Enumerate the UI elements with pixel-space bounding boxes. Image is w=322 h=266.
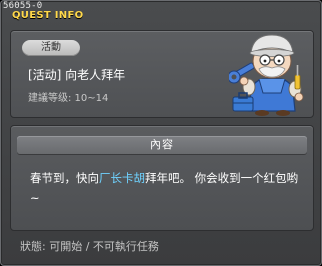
recommended-level: 建議等级: 10~14 xyxy=(28,93,109,104)
quest-status: 狀態: 可開始 / 不可執行任務 xyxy=(20,240,159,253)
quest-name: [活动] 向老人拜年 xyxy=(28,68,126,82)
quest-summary-panel: 活動 [活动] 向老人拜年 建議等级: 10~14 xyxy=(10,30,314,118)
npc-name-link[interactable]: 厂长卡胡 xyxy=(99,171,145,185)
quest-info-window: 56055-0 QUEST INFO 活動 [活动] 向老人拜年 建議等级: 1… xyxy=(0,0,322,266)
desc-text-before: 春节到，快向 xyxy=(30,171,99,185)
quest-description: 春节到，快向厂长卡胡拜年吧。 你会收到一个红包哟~ xyxy=(30,168,300,208)
npc-portrait-icon xyxy=(229,34,304,116)
quest-content-panel: 內容 春节到，快向厂长卡胡拜年吧。 你会收到一个红包哟~ xyxy=(10,125,314,231)
content-section-header: 內容 xyxy=(17,136,307,154)
event-badge: 活動 xyxy=(22,40,80,56)
screwdriver-icon xyxy=(294,65,301,90)
window-title: QUEST INFO xyxy=(12,10,84,21)
